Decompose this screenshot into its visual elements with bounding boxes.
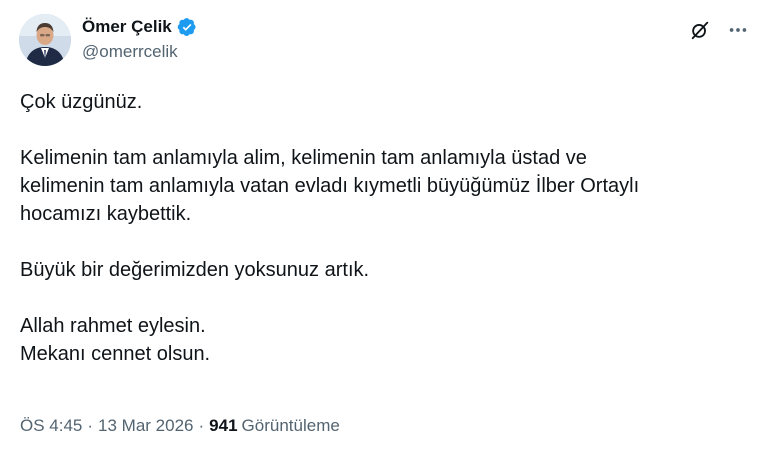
meta-separator: ·: [87, 416, 94, 435]
tweet-text-line: Mekanı cennet olsun.: [20, 343, 211, 365]
tweet-text-line: Büyük bir değerimizden yoksunuz artık.: [20, 259, 370, 281]
tweet-top-actions: [688, 18, 750, 42]
avatar-image: [19, 14, 71, 66]
tweet-text-line: Çok üzgünüz.: [20, 91, 143, 113]
avatar[interactable]: [19, 14, 71, 66]
author-handle[interactable]: @omerrcelik: [82, 42, 178, 62]
verified-badge-icon: [177, 17, 197, 37]
tweet-text-line: hocamızı kaybettik.: [20, 203, 192, 225]
tweet-date[interactable]: 13 Mar 2026: [98, 416, 193, 436]
author-name[interactable]: Ömer Çelik: [82, 17, 172, 37]
tweet-text-line: Kelimenin tam anlamıyla alim, kelimenin …: [20, 147, 587, 169]
grok-slash-circle-icon[interactable]: [688, 18, 712, 42]
tweet-card: Ömer Çelik @omerrcelik Çok üzgünüz. Keli…: [0, 0, 770, 460]
tweet-meta: ÖS 4:45 · 13 Mar 2026 · 941 Görüntüleme: [20, 416, 340, 436]
views-count: 941: [209, 416, 238, 435]
views-label: Görüntüleme: [241, 416, 340, 435]
more-dots-icon[interactable]: [726, 18, 750, 42]
tweet-text: Çok üzgünüz. Kelimenin tam anlamıyla ali…: [20, 88, 740, 368]
tweet-text-line: Allah rahmet eylesin.: [20, 315, 206, 337]
tweet-text-line: kelimenin tam anlamıyla vatan evladı kıy…: [20, 175, 640, 197]
meta-separator: ·: [198, 416, 205, 435]
author-name-row: Ömer Çelik: [82, 16, 197, 38]
tweet-time[interactable]: ÖS 4:45: [20, 416, 82, 436]
